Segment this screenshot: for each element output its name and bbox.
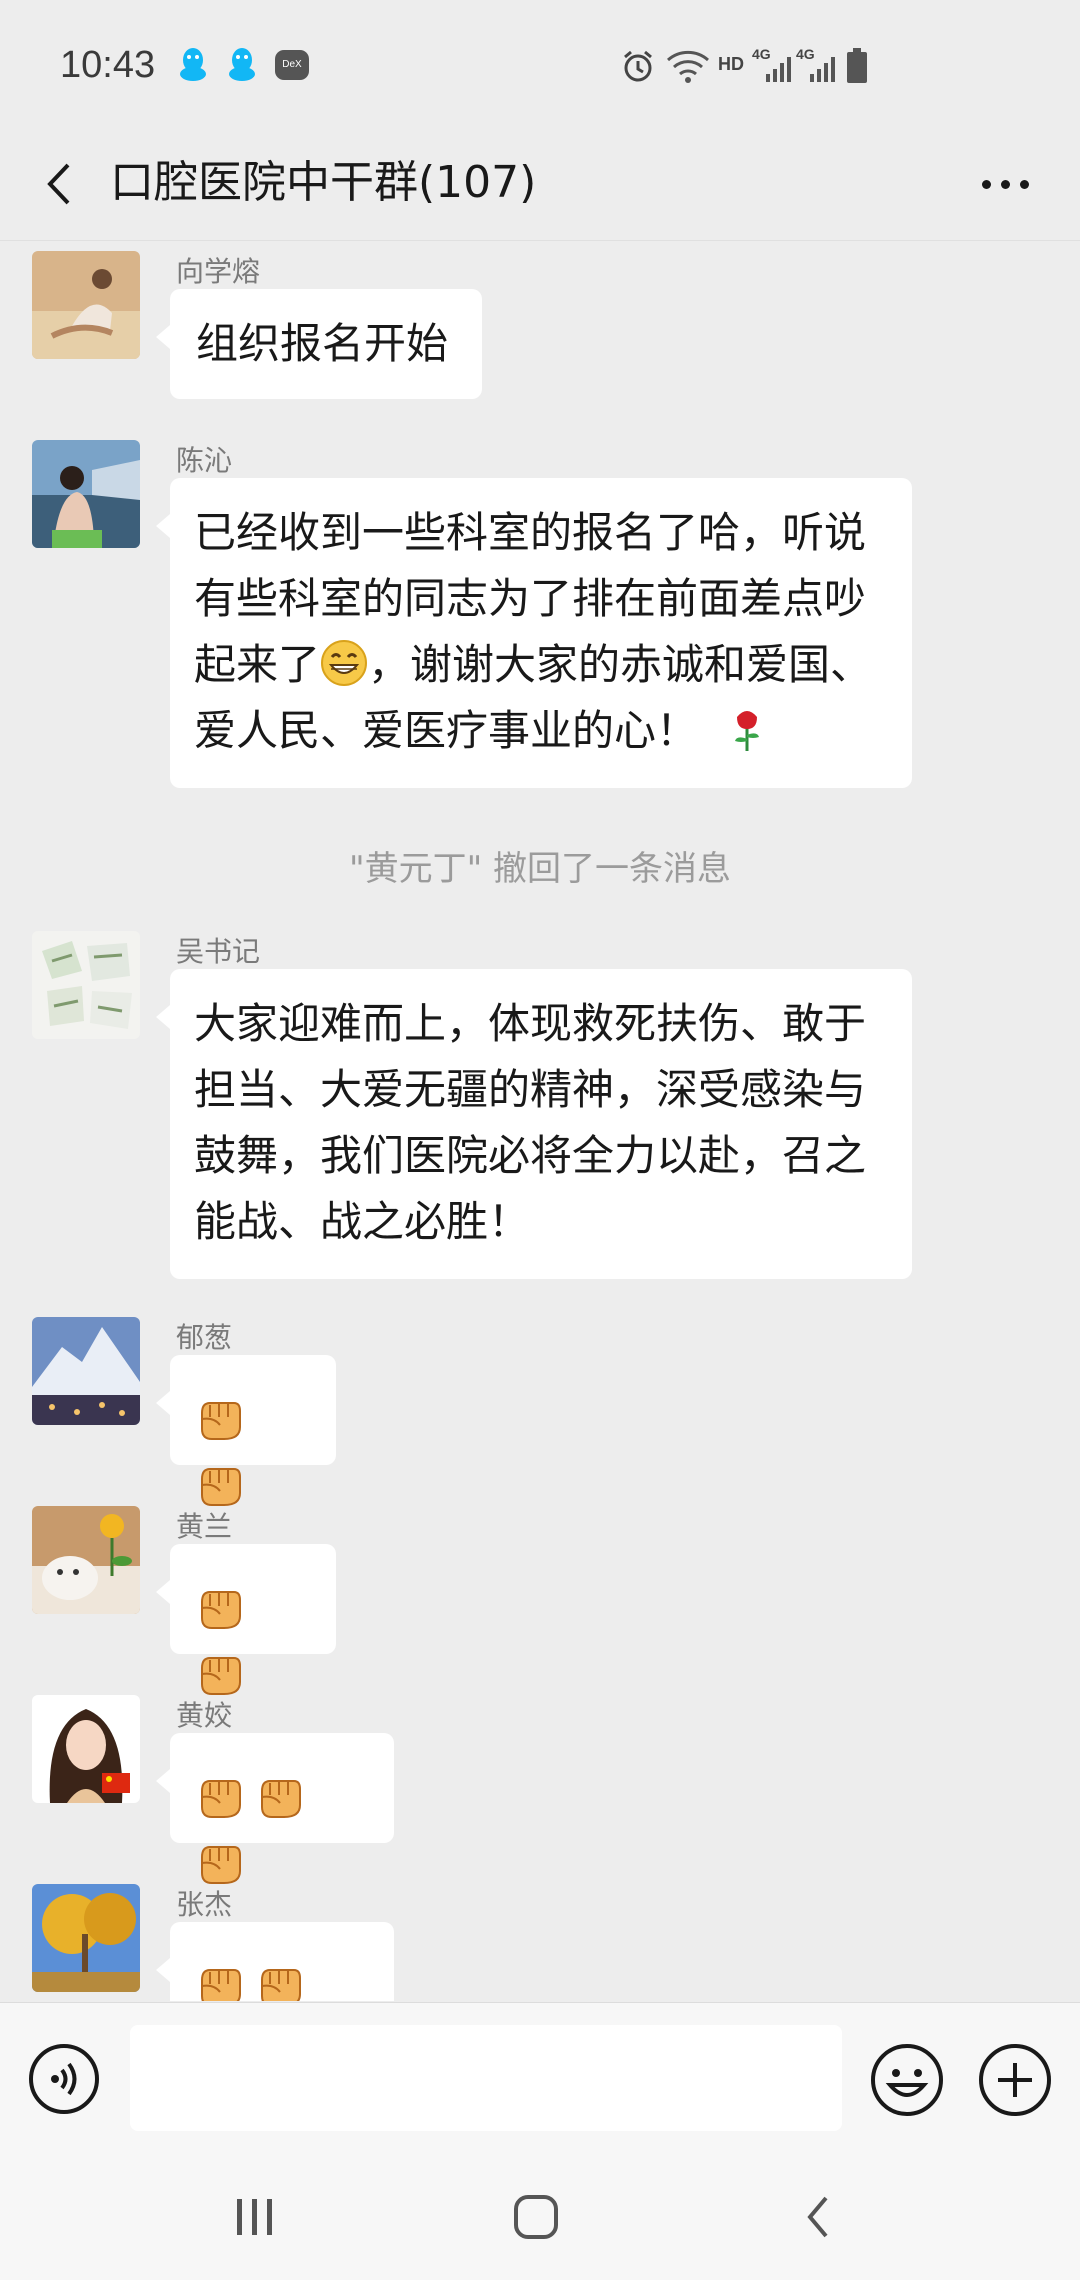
more-dot [981, 179, 991, 189]
sender-name: 陈沁 [176, 444, 233, 477]
back-nav-icon [807, 2196, 828, 2238]
message-bubble[interactable]: 已经收到一些科室的报名了哈，听说 有些科室的同志为了排在前面差点吵 起来了 ，谢… [156, 478, 912, 788]
qq-icon [180, 48, 206, 81]
voice-icon[interactable] [28, 2043, 100, 2115]
message-bubble[interactable] [156, 1922, 394, 2001]
back-button[interactable] [30, 154, 90, 214]
fist-emoji-icon [261, 1779, 301, 1818]
4g-signal-icon: 4G [796, 46, 840, 84]
avatar[interactable] [32, 931, 140, 1039]
emoji-icon[interactable] [870, 2043, 944, 2117]
message-line: 能战、战之必胜！ [194, 1197, 531, 1246]
grin-emoji-icon [321, 640, 368, 686]
sender-name: 吴书记 [176, 935, 261, 968]
recent-apps-button[interactable] [215, 2182, 295, 2252]
message-bubble[interactable]: 组织报名开始 [156, 289, 482, 399]
message-line: 已经收到一些科室的报名了哈，听说 [194, 508, 867, 557]
sender-name: 黄兰 [176, 1510, 233, 1543]
sender-name: 郁葱 [176, 1321, 233, 1354]
message-line: 鼓舞，我们医院必将全力以赴，召之 [194, 1131, 867, 1180]
rose-emoji-icon [735, 711, 760, 751]
message-bubble[interactable]: 大家迎难而上，体现救死扶伤、敢于 担当、大爱无疆的精神，深受感染与 鼓舞，我们医… [156, 969, 912, 1279]
message-line: 有些科室的同志为了排在前面差点吵 [194, 574, 867, 623]
battery-icon [847, 48, 867, 83]
4g-signal-icon: 4G [752, 46, 796, 84]
home-icon [514, 2195, 558, 2239]
home-button[interactable] [496, 2182, 576, 2252]
fist-emoji-icon [201, 1968, 241, 2001]
message-bubble[interactable] [156, 1733, 394, 1884]
chat-header: 口腔医院中干群(107) [0, 130, 1080, 241]
fist-emoji-icon [201, 1779, 241, 1818]
dex-label: DeX [282, 59, 302, 70]
chevron-left-icon [47, 163, 70, 205]
avatar[interactable] [32, 1695, 140, 1803]
plus-icon[interactable] [978, 2043, 1052, 2117]
hd-icon: HD [718, 54, 744, 74]
avatar[interactable] [32, 1884, 140, 1992]
avatar[interactable] [32, 1506, 140, 1614]
fist-emoji-icon [261, 1968, 301, 2001]
message-list[interactable]: 向学熔 组织报名开始 陈沁 已经收到一些科室的报名了哈，听说 有些科室的同志为了… [0, 241, 1080, 2001]
more-button[interactable] [970, 154, 1040, 214]
message-line: ，谢谢大家的赤诚和爱国、 [368, 640, 873, 689]
fist-emoji-icon [201, 1590, 241, 1629]
message-line: 爱人民、爱医疗事业的心！ [194, 706, 699, 755]
input-bar [0, 2002, 1080, 2153]
recent-apps-icon [237, 2199, 272, 2235]
dex-icon: DeX [275, 50, 309, 80]
chat-title: 口腔医院中干群(107) [110, 157, 537, 208]
message-line: 大家迎难而上，体现救死扶伤、敢于 [194, 999, 867, 1048]
wifi-icon [667, 50, 709, 83]
message-line: 起来了 [194, 640, 321, 689]
more-dot [1019, 179, 1029, 189]
message-bubble[interactable] [156, 1544, 336, 1695]
message-input[interactable] [130, 2025, 842, 2131]
status-time: 10:43 [60, 44, 156, 86]
qq-icon [229, 48, 255, 81]
sender-name: 张杰 [176, 1888, 233, 1921]
fist-emoji-icon [201, 1401, 241, 1440]
fist-emoji-icon [201, 1467, 241, 1506]
message-bubble[interactable] [156, 1355, 336, 1506]
sender-name: 黄姣 [176, 1699, 233, 1732]
sender-name: 向学熔 [176, 255, 261, 288]
system-nav-bar [0, 2152, 1080, 2280]
back-nav-button[interactable] [778, 2182, 858, 2252]
fist-emoji-icon [201, 1656, 241, 1695]
avatar[interactable] [32, 251, 140, 359]
more-dot [1000, 179, 1010, 189]
alarm-icon [624, 50, 652, 82]
fist-emoji-icon [201, 1845, 241, 1884]
recall-notice: "黄元丁" 撤回了一条消息 [348, 849, 732, 889]
avatar[interactable] [32, 1317, 140, 1425]
message-line: 担当、大爱无疆的精神，深受感染与 [194, 1065, 867, 1114]
avatar[interactable] [32, 440, 140, 548]
status-bar: 10:43 DeX HD 4G 4G [0, 0, 1080, 130]
message-text: 组织报名开始 [196, 319, 449, 368]
